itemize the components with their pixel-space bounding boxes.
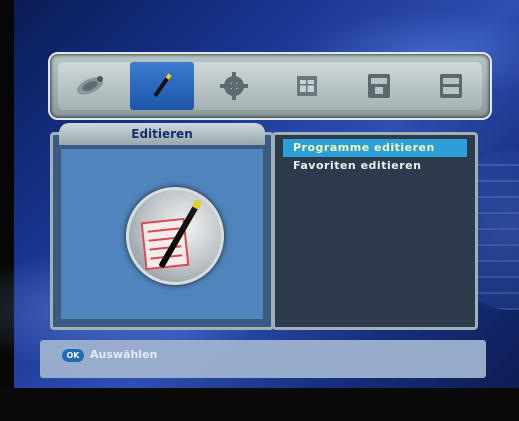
menu-tabs-row — [58, 62, 482, 110]
category-panel: Editieren — [50, 123, 274, 330]
options-panel: Programme editieren Favoriten editieren — [272, 132, 478, 330]
gear-icon — [220, 72, 248, 100]
tab-settings[interactable] — [202, 62, 266, 110]
tab-system[interactable] — [418, 62, 482, 110]
calendar-icon — [297, 76, 317, 96]
main-menu-bar — [48, 52, 492, 120]
satellite-icon — [76, 76, 104, 95]
tv-screen: Editieren Programme editieren Favoriten … — [0, 0, 519, 421]
options-list: Programme editieren Favoriten editieren — [283, 139, 467, 175]
tab-edit[interactable] — [130, 62, 194, 110]
tab-media[interactable] — [346, 62, 410, 110]
category-title: Editieren — [59, 123, 265, 145]
help-bar: OK Auswählen — [40, 340, 486, 378]
option-programme-editieren[interactable]: Programme editieren — [283, 139, 467, 157]
ok-key-badge: OK — [62, 349, 84, 362]
media-box-icon — [368, 74, 390, 98]
edit-pen-paper-icon — [126, 187, 224, 285]
category-illustration-area — [61, 149, 263, 319]
tab-calendar[interactable] — [274, 62, 338, 110]
option-favoriten-editieren[interactable]: Favoriten editieren — [283, 157, 467, 175]
pencil-icon — [153, 73, 172, 97]
select-hint: Auswählen — [90, 348, 158, 361]
display-box-icon — [440, 74, 462, 98]
tab-satellite[interactable] — [58, 62, 122, 110]
bottom-border — [0, 388, 519, 421]
